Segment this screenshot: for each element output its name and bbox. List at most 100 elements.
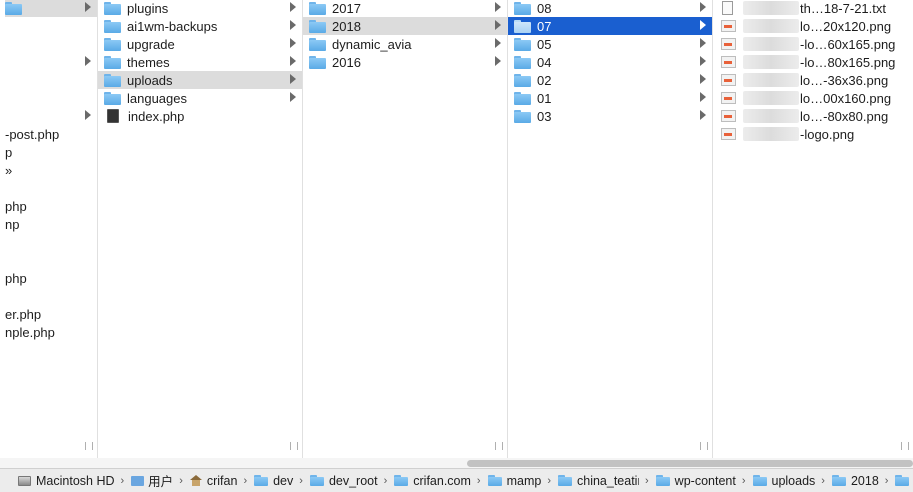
- disclosure-arrow-icon: [290, 74, 296, 84]
- list-item[interactable]: php: [5, 197, 97, 215]
- list-item[interactable]: [5, 35, 97, 53]
- item-label: php: [5, 198, 27, 214]
- list-item[interactable]: lo…-80x80.png: [713, 107, 913, 125]
- item-label: -logo.png: [800, 126, 855, 142]
- column-resize-handle[interactable]: [700, 442, 708, 450]
- item-label: lo…-36x36.png: [800, 72, 889, 88]
- folder-icon: [514, 19, 531, 33]
- list-item[interactable]: 2016: [303, 53, 507, 71]
- disclosure-arrow-icon: [290, 20, 296, 30]
- image-file-icon: [721, 128, 736, 140]
- item-label: 02: [537, 72, 552, 88]
- list-item[interactable]: 03: [508, 107, 712, 125]
- item-label: th…18-7-21.txt: [800, 0, 886, 16]
- breadcrumb-item[interactable]: dev_root: [309, 474, 378, 488]
- list-item[interactable]: php: [5, 269, 97, 287]
- column-2018[interactable]: 08 07 05 04 02 01 03: [508, 0, 713, 458]
- breadcrumb-label: 用户: [148, 475, 174, 489]
- image-file-icon: [721, 92, 736, 104]
- list-item[interactable]: nple.php: [5, 323, 97, 341]
- list-item[interactable]: -lo…60x165.png: [713, 35, 913, 53]
- column-resize-handle[interactable]: [901, 442, 909, 450]
- list-item[interactable]: [5, 107, 97, 125]
- column-resize-handle[interactable]: [290, 442, 298, 450]
- users-folder-icon: [131, 475, 145, 486]
- item-label: 05: [537, 36, 552, 52]
- list-item[interactable]: -post.php: [5, 125, 97, 143]
- list-item[interactable]: lo…-36x36.png: [713, 71, 913, 89]
- list-item[interactable]: [5, 53, 97, 71]
- list-item[interactable]: uploads: [98, 71, 302, 89]
- list-item[interactable]: lo…00x160.png: [713, 89, 913, 107]
- list-item[interactable]: [5, 71, 97, 89]
- disclosure-arrow-icon: [700, 92, 706, 102]
- column-resize-handle[interactable]: [495, 442, 503, 450]
- column-wp-content[interactable]: plugins ai1wm-backups upgrade themes uploads…: [98, 0, 303, 458]
- folder-icon: [752, 475, 767, 486]
- list-item[interactable]: th…18-7-21.txt: [713, 0, 913, 17]
- breadcrumb-item[interactable]: 07: [895, 474, 913, 488]
- horizontal-scrollbar-thumb[interactable]: [467, 460, 913, 467]
- list-item[interactable]: p: [5, 143, 97, 161]
- breadcrumb-label: china_teatime: [577, 473, 639, 488]
- list-item[interactable]: [5, 89, 97, 107]
- breadcrumb-item[interactable]: uploads: [752, 474, 815, 488]
- list-item[interactable]: plugins: [98, 0, 302, 17]
- item-label: uploads: [127, 72, 173, 88]
- folder-icon: [309, 1, 326, 15]
- item-label: index.php: [128, 108, 185, 124]
- list-item[interactable]: [5, 287, 97, 305]
- list-item[interactable]: 02: [508, 71, 712, 89]
- item-label: php: [5, 270, 27, 286]
- chevron-right-icon: ›: [383, 474, 388, 487]
- item-label: »: [5, 162, 13, 178]
- breadcrumb-item[interactable]: 用户: [131, 471, 173, 490]
- disclosure-arrow-icon: [495, 20, 501, 30]
- list-item[interactable]: upgrade: [98, 35, 302, 53]
- chevron-right-icon: ›: [476, 474, 481, 487]
- list-item[interactable]: 2017: [303, 0, 507, 17]
- breadcrumb-item[interactable]: crifan: [189, 474, 237, 488]
- list-item[interactable]: [5, 251, 97, 269]
- column-resize-handle[interactable]: [85, 442, 93, 450]
- breadcrumb-item[interactable]: 2018: [831, 474, 879, 488]
- list-item[interactable]: [5, 179, 97, 197]
- list-item[interactable]: 04: [508, 53, 712, 71]
- breadcrumb-item[interactable]: mamp: [487, 474, 541, 488]
- redacted-filename: [743, 37, 799, 51]
- folder-icon: [309, 37, 326, 51]
- breadcrumb-item[interactable]: dev: [254, 474, 293, 488]
- breadcrumb-item[interactable]: wp-content: [655, 474, 736, 488]
- list-item[interactable]: er.php: [5, 305, 97, 323]
- breadcrumb-item[interactable]: crifan.com: [394, 474, 471, 488]
- list-item[interactable]: 05: [508, 35, 712, 53]
- item-label: p: [5, 144, 13, 160]
- disclosure-arrow-icon: [700, 56, 706, 66]
- chevron-right-icon: ›: [884, 474, 889, 487]
- list-item[interactable]: languages: [98, 89, 302, 107]
- list-item[interactable]: dynamic_avia: [303, 35, 507, 53]
- list-item[interactable]: 01: [508, 89, 712, 107]
- list-item[interactable]: ai1wm-backups: [98, 17, 302, 35]
- list-item[interactable]: -logo.png: [713, 125, 913, 143]
- list-item[interactable]: themes: [98, 53, 302, 71]
- list-item[interactable]: -lo…80x165.png: [713, 53, 913, 71]
- list-item[interactable]: [5, 17, 97, 35]
- list-item[interactable]: [5, 233, 97, 251]
- column-parent[interactable]: -post.php p » php np php er.php nple.php: [5, 0, 98, 458]
- breadcrumb-item[interactable]: Macintosh HD: [18, 474, 115, 488]
- list-item[interactable]: [5, 0, 97, 17]
- list-item[interactable]: index.php: [98, 107, 302, 125]
- breadcrumb-item[interactable]: china_teatime: [558, 474, 639, 488]
- column-07[interactable]: th…18-7-21.txt lo…20x120.png -lo…60x165.pn…: [713, 0, 913, 458]
- chevron-right-icon: ›: [179, 474, 183, 487]
- folder-icon: [104, 91, 121, 105]
- list-item[interactable]: 07: [508, 17, 712, 35]
- image-file-icon: [721, 110, 736, 122]
- list-item[interactable]: np: [5, 215, 97, 233]
- list-item[interactable]: 2018: [303, 17, 507, 35]
- list-item[interactable]: »: [5, 161, 97, 179]
- list-item[interactable]: lo…20x120.png: [713, 17, 913, 35]
- list-item[interactable]: 08: [508, 0, 712, 17]
- column-uploads[interactable]: 2017 2018 dynamic_avia 2016: [303, 0, 508, 458]
